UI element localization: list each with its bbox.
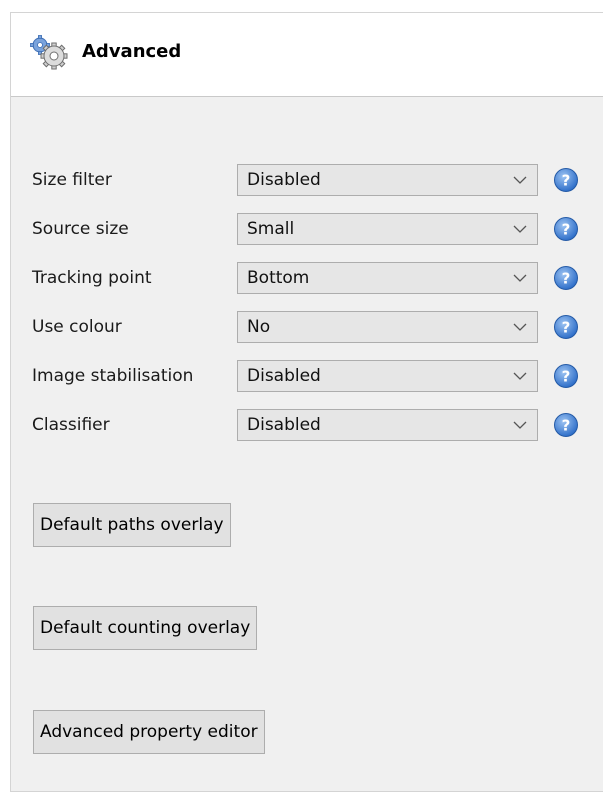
advanced-property-editor-button[interactable]: Advanced property editor — [33, 710, 265, 754]
svg-text:?: ? — [562, 319, 571, 337]
help-icon[interactable]: ? — [553, 216, 579, 242]
gears-icon — [30, 35, 70, 71]
panel-header: Advanced — [11, 13, 603, 97]
setting-label: Classifier — [32, 415, 110, 435]
classifier-select[interactable]: Disabled — [237, 409, 538, 441]
chevron-down-icon — [513, 176, 527, 184]
chevron-down-icon — [513, 274, 527, 282]
source-size-select[interactable]: Small — [237, 213, 538, 245]
help-icon[interactable]: ? — [553, 265, 579, 291]
chevron-down-icon — [513, 372, 527, 380]
setting-row-use-colour: Use colour No ? — [11, 311, 603, 343]
panel-title: Advanced — [82, 41, 182, 62]
advanced-panel: Advanced Size filter Disabled ? Source s… — [10, 12, 603, 792]
setting-label: Tracking point — [32, 268, 152, 288]
svg-text:?: ? — [562, 270, 571, 288]
setting-row-image-stabilisation: Image stabilisation Disabled ? — [11, 360, 603, 392]
svg-text:?: ? — [562, 417, 571, 435]
select-value: Disabled — [247, 366, 321, 386]
select-value: No — [247, 317, 271, 337]
select-value: Small — [247, 219, 295, 239]
setting-label: Image stabilisation — [32, 366, 194, 386]
select-value: Disabled — [247, 415, 321, 435]
svg-text:?: ? — [562, 368, 571, 386]
chevron-down-icon — [513, 323, 527, 331]
select-value: Disabled — [247, 170, 321, 190]
svg-text:?: ? — [562, 221, 571, 239]
help-icon[interactable]: ? — [553, 412, 579, 438]
size-filter-select[interactable]: Disabled — [237, 164, 538, 196]
default-counting-overlay-button[interactable]: Default counting overlay — [33, 606, 258, 650]
use-colour-select[interactable]: No — [237, 311, 538, 343]
select-value: Bottom — [247, 268, 310, 288]
svg-text:?: ? — [562, 172, 571, 190]
setting-label: Source size — [32, 219, 129, 239]
default-paths-overlay-button[interactable]: Default paths overlay — [33, 503, 231, 547]
setting-row-tracking-point: Tracking point Bottom ? — [11, 262, 603, 294]
help-icon[interactable]: ? — [553, 363, 579, 389]
setting-row-source-size: Source size Small ? — [11, 213, 603, 245]
setting-row-size-filter: Size filter Disabled ? — [11, 164, 603, 196]
tracking-point-select[interactable]: Bottom — [237, 262, 538, 294]
help-icon[interactable]: ? — [553, 167, 579, 193]
setting-label: Use colour — [32, 317, 122, 337]
setting-row-classifier: Classifier Disabled ? — [11, 409, 603, 441]
chevron-down-icon — [513, 421, 527, 429]
help-icon[interactable]: ? — [553, 314, 579, 340]
image-stabilisation-select[interactable]: Disabled — [237, 360, 538, 392]
setting-label: Size filter — [32, 170, 112, 190]
chevron-down-icon — [513, 225, 527, 233]
